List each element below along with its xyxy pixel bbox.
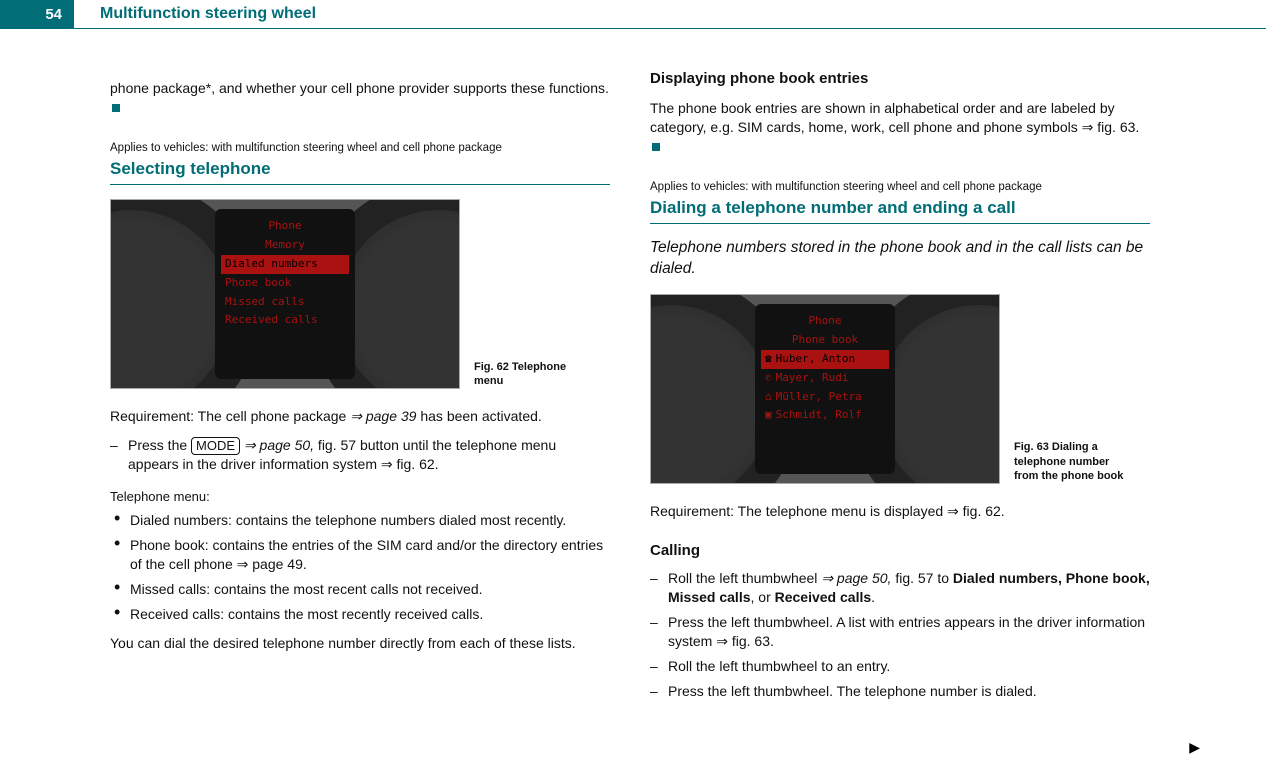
list-item: Missed calls: contains the most recent c… (110, 580, 610, 599)
left-column: phone package*, and whether your cell ph… (110, 69, 610, 715)
list-item: Dialed numbers: contains the telephone n… (110, 511, 610, 530)
telephone-menu-list: Dialed numbers: contains the telephone n… (110, 511, 610, 623)
applies-note: Applies to vehicles: with multifunction … (110, 141, 610, 157)
fig63-line: Phone book (761, 331, 889, 350)
figure-63: Phone Phone book ☎Huber, Anton ✆Mayer, R… (650, 294, 1150, 484)
fig62-line: Missed calls (221, 293, 349, 312)
closing-text: You can dial the desired telephone numbe… (110, 634, 610, 653)
step-item: –Press the left thumbwheel. A list with … (650, 613, 1150, 651)
displaying-body: The phone book entries are shown in alph… (650, 99, 1150, 156)
step-item: –Press the left thumbwheel. The telephon… (650, 682, 1150, 701)
fig63-line-selected: ☎Huber, Anton (761, 350, 889, 369)
section-title: Multifunction steering wheel (74, 0, 316, 28)
figure-63-caption: Fig. 63 Dialing a telephone number from … (1014, 440, 1134, 485)
page-header: 54 Multifunction steering wheel (0, 0, 1266, 28)
step-press-mode: – Press the MODE ⇒ page 50, fig. 57 butt… (110, 436, 610, 474)
right-column: Displaying phone book entries The phone … (650, 69, 1150, 715)
list-item: Phone book: contains the entries of the … (110, 536, 610, 574)
fig63-line: ⌂Müller, Petra (761, 388, 889, 407)
calling-heading: Calling (650, 541, 1150, 561)
fig62-line: Phone book (221, 274, 349, 293)
topic-dialing: Dialing a telephone number and ending a … (650, 197, 1150, 224)
mode-button-label: MODE (191, 437, 240, 455)
list-item: Received calls: contains the most recent… (110, 605, 610, 624)
fig62-line: Phone (221, 217, 349, 236)
topic-intro: Telephone numbers stored in the phone bo… (650, 238, 1150, 280)
fig63-line: Phone (761, 312, 889, 331)
displaying-heading: Displaying phone book entries (650, 69, 1150, 89)
fig62-line: Memory (221, 236, 349, 255)
fig62-line-selected: Dialed numbers (221, 255, 349, 274)
intro-continuation: phone package*, and whether your cell ph… (110, 79, 610, 117)
topic-selecting-telephone: Selecting telephone (110, 158, 610, 185)
fig63-line: ▣Schmidt, Rolf (761, 406, 889, 425)
telephone-menu-label: Telephone menu: (110, 488, 610, 506)
figure-63-image: Phone Phone book ☎Huber, Anton ✆Mayer, R… (650, 294, 1000, 484)
step-item: – Roll the left thumbwheel ⇒ page 50, fi… (650, 569, 1150, 607)
page-number: 54 (0, 0, 74, 28)
figure-62-caption: Fig. 62 Telephone menu (474, 360, 594, 390)
fig62-line: Received calls (221, 311, 349, 330)
figure-62: Phone Memory Dialed numbers Phone book M… (110, 199, 610, 389)
end-mark-icon (112, 104, 120, 112)
requirement-text: Requirement: The cell phone package ⇒ pa… (110, 407, 610, 426)
continue-arrow-icon: ▶ (1189, 739, 1200, 756)
fig63-line: ✆Mayer, Rudi (761, 369, 889, 388)
figure-62-image: Phone Memory Dialed numbers Phone book M… (110, 199, 460, 389)
requirement-text: Requirement: The telephone menu is displ… (650, 502, 1150, 521)
end-mark-icon (652, 143, 660, 151)
applies-note: Applies to vehicles: with multifunction … (650, 180, 1150, 196)
step-item: –Roll the left thumbwheel to an entry. (650, 657, 1150, 676)
